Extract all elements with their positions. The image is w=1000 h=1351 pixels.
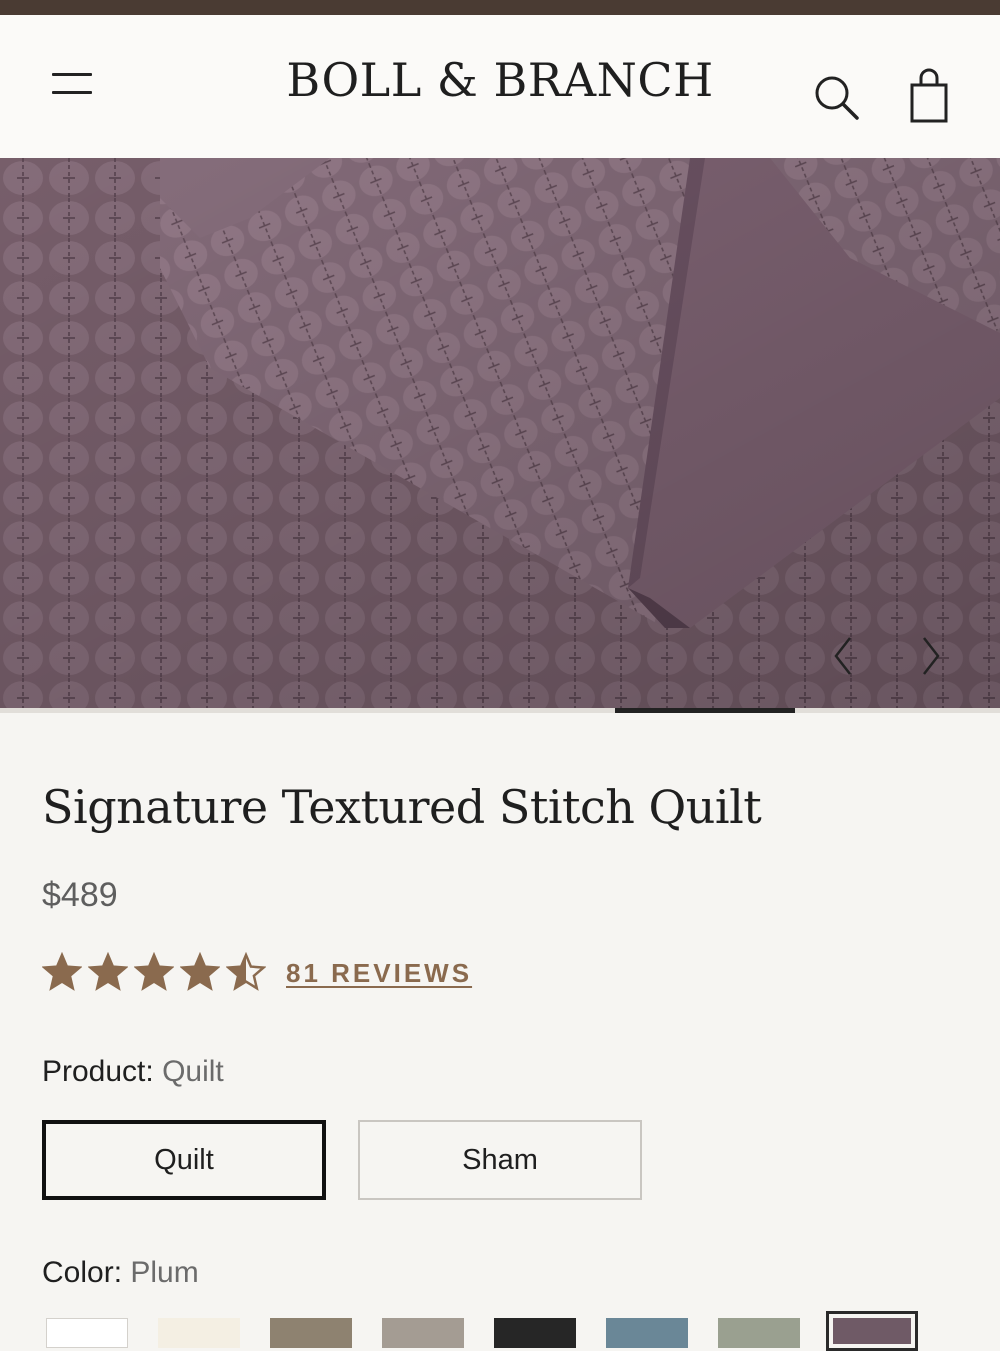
color-swatch[interactable]: [382, 1318, 464, 1348]
color-swatch-fill: [382, 1318, 464, 1348]
color-swatch-fill: [270, 1318, 352, 1348]
color-option-label: Color: Plum: [42, 1256, 199, 1290]
color-swatch[interactable]: [718, 1318, 800, 1348]
gallery-progress-indicator: [615, 708, 795, 713]
color-option-label-text: Color:: [42, 1256, 123, 1289]
rating-stars[interactable]: [42, 952, 266, 996]
product-price: $489: [42, 876, 118, 914]
product-option-label: Product: Quilt: [42, 1055, 224, 1089]
color-swatch[interactable]: [270, 1318, 352, 1348]
chevron-right-icon[interactable]: [914, 632, 950, 680]
color-swatch[interactable]: [606, 1318, 688, 1348]
color-swatch[interactable]: [494, 1318, 576, 1348]
color-swatch-fill: [46, 1318, 128, 1348]
color-option-value: Plum: [130, 1256, 199, 1289]
top-color-strip: [0, 0, 1000, 15]
color-swatch-fill: [606, 1318, 688, 1348]
shopping-bag-icon[interactable]: [906, 67, 952, 125]
color-swatch-fill: [718, 1318, 800, 1348]
color-swatch[interactable]: [158, 1318, 240, 1348]
reviews-link[interactable]: 81 REVIEWS: [286, 958, 472, 989]
color-swatch-fill: [833, 1318, 911, 1344]
star-full-icon: [134, 952, 174, 991]
chevron-left-icon[interactable]: [826, 632, 862, 680]
site-header: BOLL & BRANCH: [0, 15, 1000, 158]
star-full-icon: [42, 952, 82, 991]
star-full-icon: [180, 952, 220, 991]
star-full-icon: [88, 952, 128, 991]
product-option-value: Quilt: [162, 1055, 224, 1088]
color-swatch[interactable]: [826, 1311, 918, 1351]
color-swatch-fill: [158, 1318, 240, 1348]
plum-quilt-photo: [0, 158, 1000, 710]
gallery-progress-track: [0, 708, 1000, 713]
product-image-gallery[interactable]: [0, 158, 1000, 710]
color-swatch-fill: [494, 1318, 576, 1348]
product-option-label-text: Product:: [42, 1055, 154, 1088]
option-quilt-button[interactable]: Quilt: [42, 1120, 326, 1200]
color-swatch[interactable]: [46, 1318, 128, 1348]
product-title: Signature Textured Stitch Quilt: [42, 780, 762, 834]
search-icon[interactable]: [812, 73, 862, 123]
star-half-icon: [226, 952, 266, 991]
option-sham-button[interactable]: Sham: [358, 1120, 642, 1200]
